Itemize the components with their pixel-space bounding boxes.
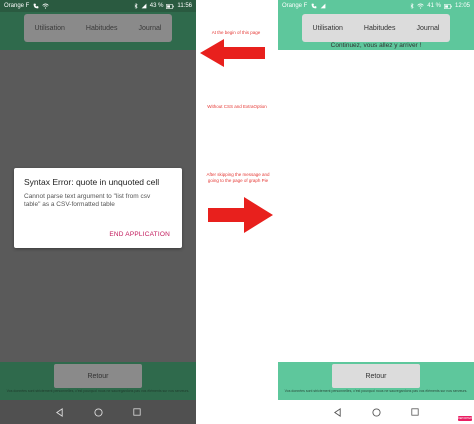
retour-button[interactable]: Retour — [54, 364, 142, 388]
annotation-bottom: After skipping the message and going to … — [206, 172, 270, 183]
status-bar: Orange F 43 % 11:56 — [0, 0, 196, 12]
home-nav-icon[interactable] — [372, 407, 381, 417]
back-nav-icon[interactable] — [333, 407, 342, 417]
annotation-top: At the begin of this page — [211, 30, 261, 35]
dialog-title: Syntax Error: quote in unquoted cell — [24, 177, 160, 187]
bluetooth-icon — [410, 3, 414, 9]
carrier-label: Orange F — [282, 3, 308, 9]
retour-button[interactable]: Retour — [332, 364, 420, 388]
battery-icon — [166, 3, 175, 9]
status-bar: Orange F 41 % 12:05 — [278, 0, 474, 12]
wifi-icon — [417, 3, 424, 9]
signal-icon — [141, 3, 147, 9]
tab-utilisation[interactable]: Utilisation — [313, 25, 343, 32]
arrow-right-icon — [208, 197, 273, 233]
tab-journal[interactable]: Journal — [139, 25, 162, 32]
tab-habitudes[interactable]: Habitudes — [86, 25, 118, 32]
signal-icon — [320, 3, 326, 9]
navigation-bar — [0, 400, 196, 424]
screenshot-composite: Orange F 43 % 11:56 Utilisation Habitude… — [0, 0, 474, 424]
arrow-left-icon — [200, 39, 265, 67]
right-phone-screen: Orange F 41 % 12:05 Utilisation Habitude… — [278, 0, 474, 424]
wifi-icon — [42, 3, 50, 9]
tab-bar: Utilisation Habitudes Journal — [302, 14, 450, 42]
clock: 12:05 — [454, 3, 470, 9]
tab-habitudes[interactable]: Habitudes — [364, 25, 396, 32]
call-icon — [33, 3, 39, 9]
dialog-message: Cannot parse text argument to "list from… — [24, 193, 151, 208]
encouragement-text: Continuez, vous allez y arriver ! — [330, 42, 422, 49]
bluetooth-icon — [134, 3, 138, 9]
privacy-notice: Vos données sont strictement personnelle… — [6, 389, 190, 393]
navigation-bar — [278, 400, 474, 424]
clock: 11:56 — [177, 3, 192, 9]
battery-icon — [443, 3, 452, 9]
home-nav-icon[interactable] — [94, 407, 103, 417]
recents-nav-icon[interactable] — [133, 408, 141, 416]
carrier-label: Orange F — [4, 3, 30, 9]
recents-nav-icon[interactable] — [411, 408, 419, 416]
end-application-button[interactable]: END APPLICATION — [109, 231, 170, 238]
tab-utilisation[interactable]: Utilisation — [35, 25, 65, 32]
battery-percent: 41 % — [427, 3, 441, 9]
tab-journal[interactable]: Journal — [417, 25, 440, 32]
privacy-notice: Vos données sont strictement personnelle… — [284, 389, 468, 393]
annotation-middle: Without CSS and ExtraOption — [207, 104, 267, 109]
battery-percent: 43 % — [149, 3, 164, 9]
left-phone-screen: Orange F 43 % 11:56 Utilisation Habitude… — [0, 0, 196, 424]
call-icon — [311, 3, 317, 9]
tab-bar: Utilisation Habitudes Journal — [24, 14, 172, 42]
error-dialog: Syntax Error: quote in unquoted cell Can… — [14, 168, 182, 248]
reporter-badge: REPORTER — [458, 416, 472, 421]
back-nav-icon[interactable] — [55, 407, 64, 417]
